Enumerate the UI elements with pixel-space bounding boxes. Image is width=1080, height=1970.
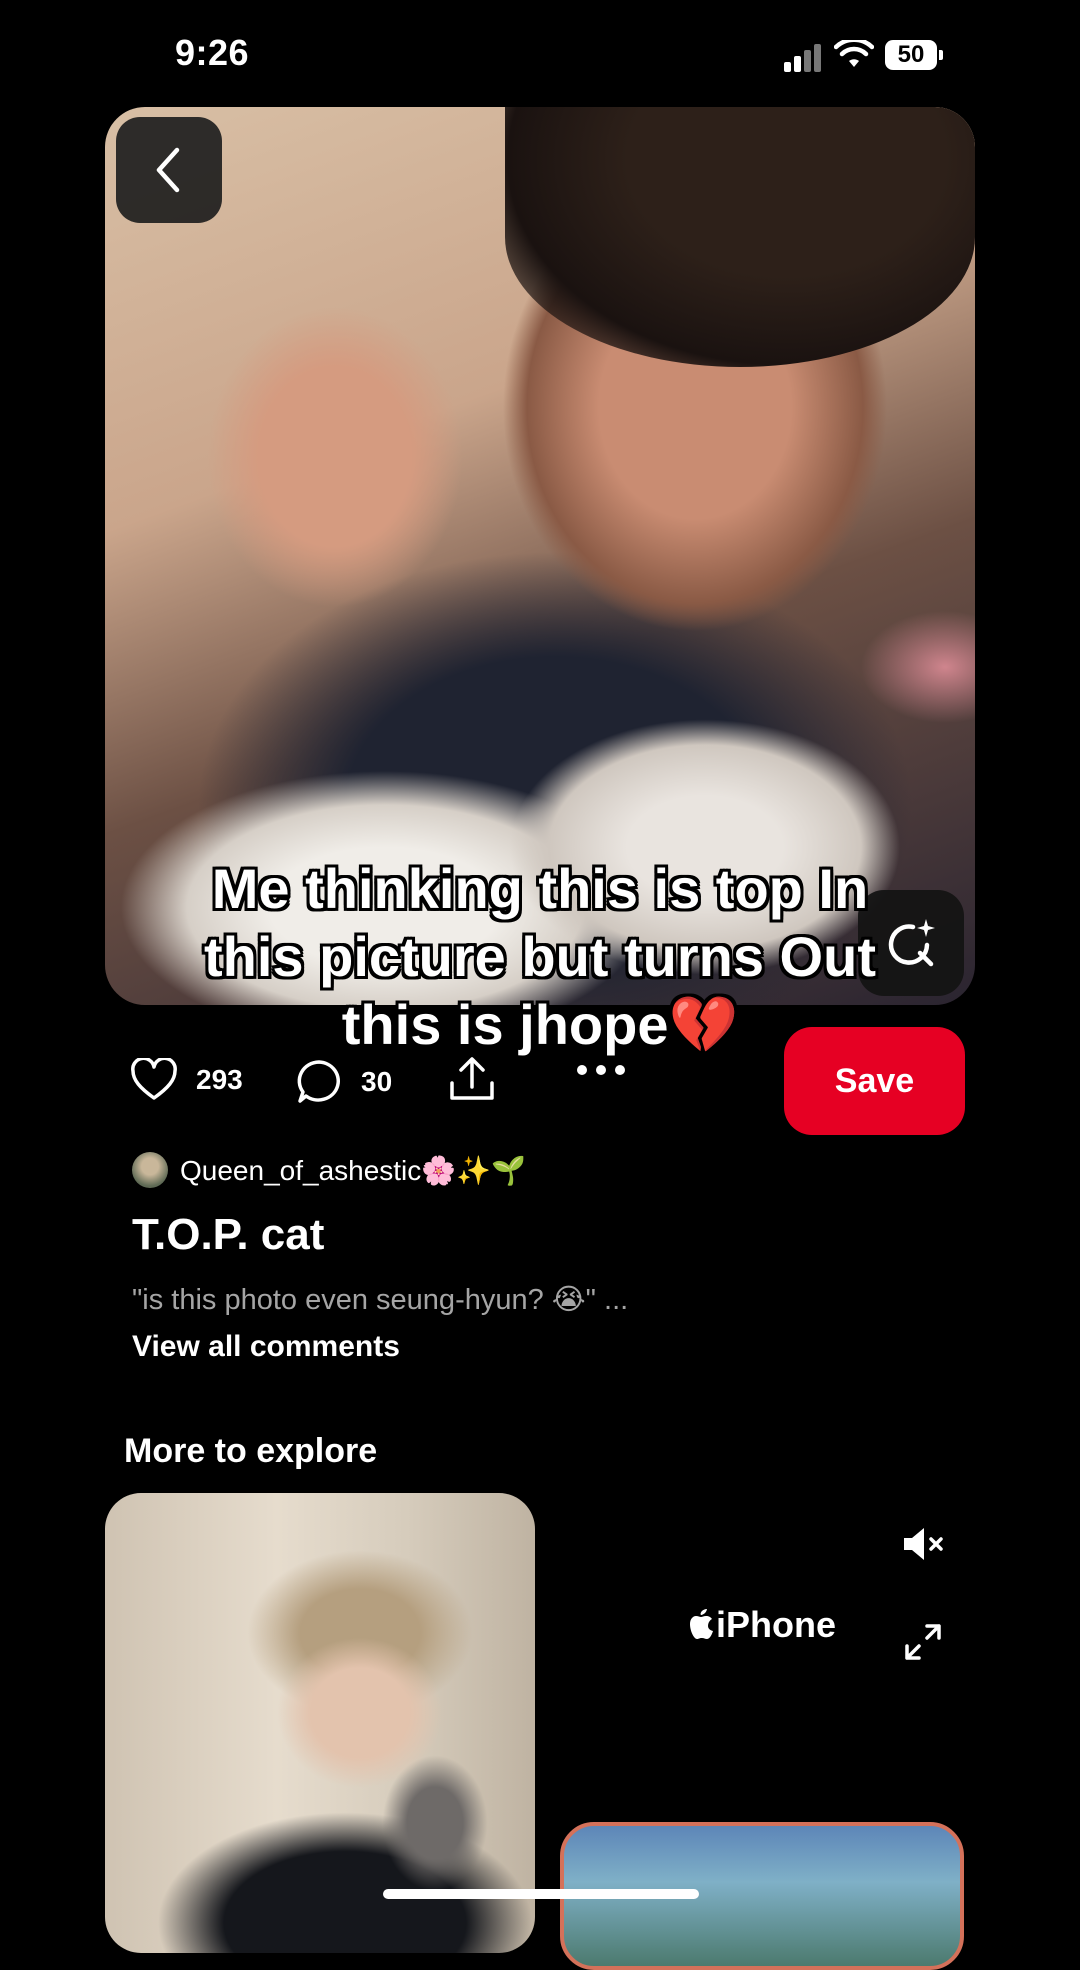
- like-count: 293: [196, 1064, 243, 1095]
- comment-preview[interactable]: "is this photo even seung-hyun? 😭" ...: [132, 1282, 628, 1317]
- comment-action[interactable]: 30: [295, 1058, 392, 1106]
- speaker-muted-icon[interactable]: [900, 1524, 946, 1564]
- heart-icon: [131, 1058, 177, 1100]
- explore-pin-tile[interactable]: [105, 1493, 535, 1953]
- more-to-explore-heading: More to explore: [124, 1432, 378, 1470]
- share-upload-icon[interactable]: [447, 1055, 497, 1105]
- like-action[interactable]: 293: [130, 1058, 243, 1102]
- cell-signal-icon: [784, 42, 824, 72]
- comment-count: 30: [361, 1066, 393, 1097]
- ad-brand-label[interactable]: iPhone: [688, 1604, 836, 1646]
- status-time: 9:26: [175, 32, 250, 73]
- apple-logo-icon: [690, 1609, 713, 1639]
- home-indicator[interactable]: [383, 1889, 699, 1899]
- view-all-comments-link[interactable]: View all comments: [132, 1330, 400, 1364]
- wifi-icon: [834, 40, 874, 67]
- author-name[interactable]: Queen_of_ashestic🌸✨🌱: [180, 1154, 526, 1187]
- pin-caption-overlay: Me thinking this is top In this picture …: [204, 857, 876, 1056]
- pin-image-detail: [505, 107, 975, 367]
- ellipsis-icon[interactable]: [576, 1063, 626, 1077]
- expand-arrows-icon[interactable]: [903, 1622, 943, 1662]
- battery-indicator: 50: [885, 40, 943, 70]
- save-button[interactable]: Save: [784, 1027, 965, 1135]
- author-row[interactable]: Queen_of_ashestic🌸✨🌱: [132, 1152, 526, 1188]
- ad-brand-text: iPhone: [716, 1604, 837, 1645]
- chevron-left-icon: [156, 147, 180, 193]
- avatar[interactable]: [132, 1152, 168, 1188]
- lens-sparkle-icon: [888, 919, 935, 967]
- back-button[interactable]: [116, 117, 222, 223]
- pin-title: T.O.P. cat: [132, 1210, 325, 1259]
- speech-bubble-icon: [297, 1060, 340, 1103]
